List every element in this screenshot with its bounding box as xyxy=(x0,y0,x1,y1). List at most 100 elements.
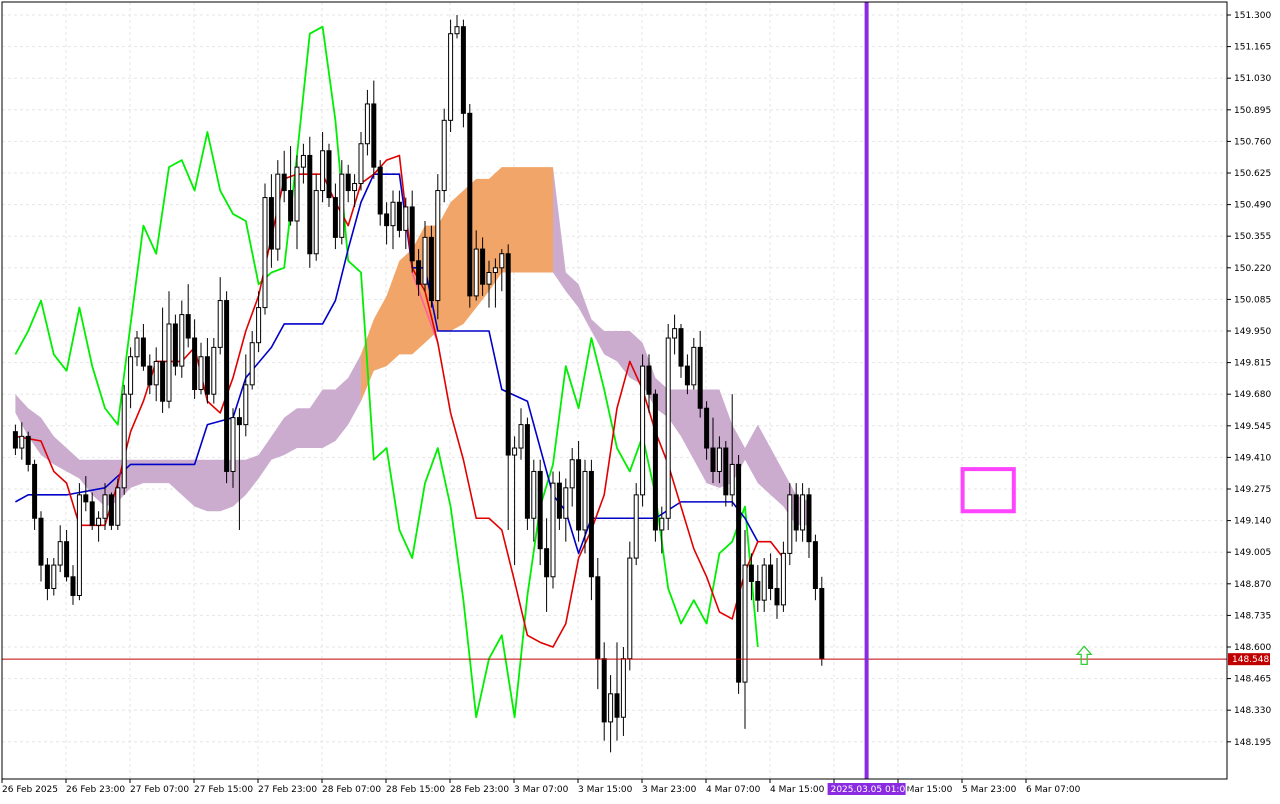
price-tick-label: 150.760 xyxy=(1234,137,1271,147)
candle-body-bearish xyxy=(89,501,95,526)
price-tick-label: 150.085 xyxy=(1234,295,1271,305)
candle-body-bullish xyxy=(492,267,498,273)
ichimoku-chart[interactable]: 151.300 151.165 151.030 150.895 150.760 150.6… xyxy=(0,0,1280,800)
current-price-tag: 148.548 xyxy=(1228,653,1270,666)
candle xyxy=(640,354,646,507)
candle-body-bearish xyxy=(806,494,812,543)
candle-body-bullish xyxy=(128,356,134,395)
candle xyxy=(428,225,434,308)
candle-body-bullish xyxy=(339,173,345,238)
candle xyxy=(460,19,466,128)
candle xyxy=(787,483,793,566)
candle xyxy=(652,389,658,542)
candle-body-bullish xyxy=(19,435,25,449)
candle-body-bullish xyxy=(243,384,249,426)
candle xyxy=(550,471,556,589)
candle-body-bullish xyxy=(441,119,447,192)
candle-body-bullish xyxy=(780,552,786,606)
candle xyxy=(819,576,825,666)
candle xyxy=(633,483,639,566)
price-tick-label: 148.600 xyxy=(1234,643,1271,653)
candle-body-bearish xyxy=(428,236,434,302)
time-tick-label: 28 Feb 15:00 xyxy=(386,785,445,795)
price-tick-label: 150.625 xyxy=(1234,169,1271,179)
price-tick-label: 149.815 xyxy=(1234,359,1271,369)
candle-body-bullish xyxy=(96,517,102,526)
candle-body-bearish xyxy=(268,197,274,250)
candle-body-bearish xyxy=(204,356,210,395)
price-tick-label: 150.220 xyxy=(1234,264,1271,274)
candle-body-bearish xyxy=(614,693,620,718)
candle-body-bearish xyxy=(524,424,530,519)
candle xyxy=(211,338,217,404)
time-tick-label: 3 Mar 07:00 xyxy=(514,785,569,795)
candle-body-bullish xyxy=(358,143,364,185)
candle-body-bullish xyxy=(256,307,262,344)
time-tick-label: 5 Mar 23:00 xyxy=(962,785,1017,795)
candle-body-bearish xyxy=(185,314,191,339)
candle-body-bullish xyxy=(179,314,185,367)
candle-body-bullish xyxy=(262,197,268,309)
candle-body-bearish xyxy=(704,407,710,449)
candle-body-bullish xyxy=(620,658,626,718)
candle xyxy=(262,183,268,315)
candle xyxy=(441,108,447,203)
price-tick-label: 149.410 xyxy=(1234,453,1271,463)
candle-body-bullish xyxy=(313,190,319,255)
time-tick-label: 28 Feb 07:00 xyxy=(322,785,381,795)
candle xyxy=(307,136,313,268)
candle-body-bearish xyxy=(172,323,178,367)
candle xyxy=(172,314,178,376)
candle-body-bullish xyxy=(729,463,735,496)
candle-body-bearish xyxy=(544,548,550,578)
candle-body-bearish xyxy=(768,564,774,589)
candle xyxy=(448,19,454,133)
candle xyxy=(524,417,530,530)
candle-body-bullish xyxy=(364,103,370,145)
time-tick-label: 27 Feb 15:00 xyxy=(194,785,253,795)
candle-body-bullish xyxy=(352,183,358,192)
candle-body-bullish xyxy=(217,300,223,348)
price-tick-label: 150.895 xyxy=(1234,106,1271,116)
candle-body-bearish xyxy=(748,564,754,582)
candle-body-bearish xyxy=(44,564,50,589)
candle-body-bullish xyxy=(300,154,306,168)
candle-body-bullish xyxy=(57,541,63,566)
candle-body-bullish xyxy=(115,487,121,526)
candle-body-bullish xyxy=(121,393,127,489)
candle-body-bullish xyxy=(800,494,806,531)
candle-body-bullish xyxy=(672,328,678,339)
candle-body-bullish xyxy=(275,173,281,250)
candle-body-bearish xyxy=(140,337,146,367)
candle-body-bearish xyxy=(307,154,313,255)
candle-body-bullish xyxy=(627,557,633,660)
candle-body-bullish xyxy=(499,253,505,269)
vertical-marker-label: 2025.03.05 01:00 xyxy=(831,785,912,795)
candle-body-bearish xyxy=(774,587,780,606)
candle-body-bullish xyxy=(230,417,236,472)
candle-body-bearish xyxy=(812,541,818,589)
price-tick-label: 149.680 xyxy=(1234,390,1271,400)
candle-body-bearish xyxy=(505,253,511,456)
candle xyxy=(435,174,441,320)
candle-body-bearish xyxy=(396,201,402,231)
candle-body-bearish xyxy=(646,365,652,395)
candle-body-bullish xyxy=(742,564,748,683)
candle-body-bearish xyxy=(64,541,70,578)
price-tick-label: 149.275 xyxy=(1234,485,1271,495)
time-tick-label: 27 Feb 23:00 xyxy=(258,785,317,795)
candle-body-bearish xyxy=(537,470,543,550)
candle-body-bullish xyxy=(787,494,793,554)
candle-body-bullish xyxy=(518,424,524,449)
candle-body-bearish xyxy=(377,166,383,215)
time-tick-label: 27 Feb 07:00 xyxy=(130,785,189,795)
candle-body-bearish xyxy=(736,463,742,683)
candle-body-bullish xyxy=(435,190,441,302)
candle-body-bullish xyxy=(563,487,569,519)
candle-body-bearish xyxy=(460,26,466,114)
candle-body-bullish xyxy=(665,337,671,519)
candle-body-bullish xyxy=(102,494,108,519)
price-tick-label: 148.735 xyxy=(1234,611,1271,621)
candle-body-bearish xyxy=(326,150,332,199)
time-tick-label: 6 Mar 07:00 xyxy=(1026,785,1081,795)
